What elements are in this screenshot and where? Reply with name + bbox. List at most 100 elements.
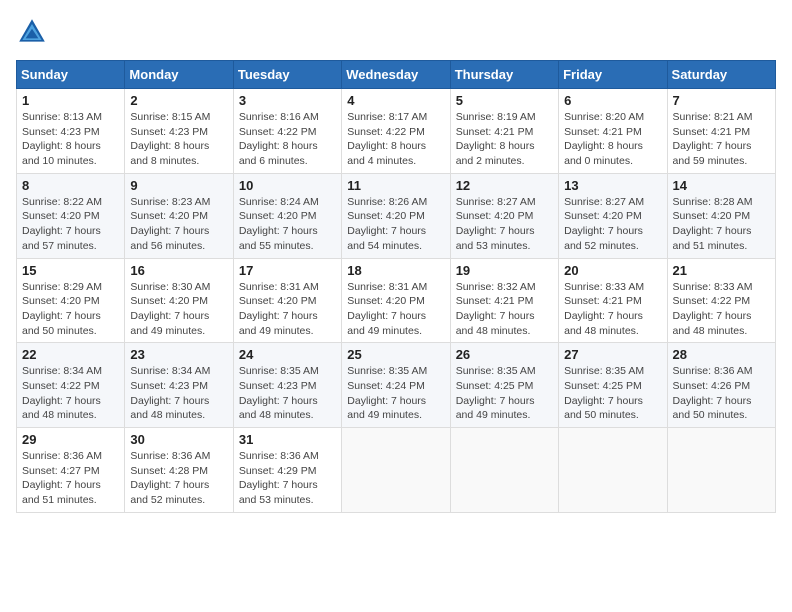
calendar-week-row: 8 Sunrise: 8:22 AM Sunset: 4:20 PM Daylig… — [17, 173, 776, 258]
day-info: Sunrise: 8:16 AM Sunset: 4:22 PM Dayligh… — [239, 110, 336, 169]
day-info: Sunrise: 8:23 AM Sunset: 4:20 PM Dayligh… — [130, 195, 227, 254]
day-number: 20 — [564, 263, 661, 278]
day-info: Sunrise: 8:28 AM Sunset: 4:20 PM Dayligh… — [673, 195, 770, 254]
calendar-day-cell: 23 Sunrise: 8:34 AM Sunset: 4:23 PM Dayli… — [125, 343, 233, 428]
day-number: 6 — [564, 93, 661, 108]
day-number: 10 — [239, 178, 336, 193]
weekday-header-cell: Monday — [125, 61, 233, 89]
day-info: Sunrise: 8:13 AM Sunset: 4:23 PM Dayligh… — [22, 110, 119, 169]
weekday-header: SundayMondayTuesdayWednesdayThursdayFrid… — [17, 61, 776, 89]
day-number: 14 — [673, 178, 770, 193]
header — [16, 16, 776, 48]
day-info: Sunrise: 8:27 AM Sunset: 4:20 PM Dayligh… — [456, 195, 553, 254]
day-number: 31 — [239, 432, 336, 447]
day-info: Sunrise: 8:36 AM Sunset: 4:29 PM Dayligh… — [239, 449, 336, 508]
calendar-day-cell: 8 Sunrise: 8:22 AM Sunset: 4:20 PM Daylig… — [17, 173, 125, 258]
day-info: Sunrise: 8:35 AM Sunset: 4:25 PM Dayligh… — [456, 364, 553, 423]
day-number: 3 — [239, 93, 336, 108]
calendar-day-cell: 12 Sunrise: 8:27 AM Sunset: 4:20 PM Dayli… — [450, 173, 558, 258]
day-number: 21 — [673, 263, 770, 278]
calendar-day-cell: 24Sunrise: 8:35 AM Sunset: 4:23 PM Dayli… — [233, 343, 341, 428]
day-info: Sunrise: 8:29 AM Sunset: 4:20 PM Dayligh… — [22, 280, 119, 339]
day-number: 25 — [347, 347, 444, 362]
day-number: 2 — [130, 93, 227, 108]
calendar-day-cell: 17 Sunrise: 8:31 AM Sunset: 4:20 PM Dayli… — [233, 258, 341, 343]
logo — [16, 16, 52, 48]
calendar-day-cell: 31 Sunrise: 8:36 AM Sunset: 4:29 PM Dayli… — [233, 428, 341, 513]
calendar-day-cell: 26 Sunrise: 8:35 AM Sunset: 4:25 PM Dayli… — [450, 343, 558, 428]
calendar: SundayMondayTuesdayWednesdayThursdayFrid… — [16, 60, 776, 513]
day-info: Sunrise: 8:35 AM Sunset: 4:24 PM Dayligh… — [347, 364, 444, 423]
weekday-header-cell: Tuesday — [233, 61, 341, 89]
day-info: Sunrise: 8:32 AM Sunset: 4:21 PM Dayligh… — [456, 280, 553, 339]
calendar-day-cell: 13 Sunrise: 8:27 AM Sunset: 4:20 PM Dayli… — [559, 173, 667, 258]
day-info: Sunrise: 8:21 AM Sunset: 4:21 PM Dayligh… — [673, 110, 770, 169]
day-info: Sunrise: 8:17 AM Sunset: 4:22 PM Dayligh… — [347, 110, 444, 169]
day-info: Sunrise: 8:31 AM Sunset: 4:20 PM Dayligh… — [239, 280, 336, 339]
day-number: 8 — [22, 178, 119, 193]
day-info: Sunrise: 8:34 AM Sunset: 4:22 PM Dayligh… — [22, 364, 119, 423]
calendar-day-cell: 21Sunrise: 8:33 AM Sunset: 4:22 PM Dayli… — [667, 258, 775, 343]
day-info: Sunrise: 8:33 AM Sunset: 4:21 PM Dayligh… — [564, 280, 661, 339]
calendar-day-cell — [342, 428, 450, 513]
calendar-day-cell: 11 Sunrise: 8:26 AM Sunset: 4:20 PM Dayli… — [342, 173, 450, 258]
day-info: Sunrise: 8:36 AM Sunset: 4:26 PM Dayligh… — [673, 364, 770, 423]
day-number: 23 — [130, 347, 227, 362]
weekday-header-cell: Saturday — [667, 61, 775, 89]
day-number: 19 — [456, 263, 553, 278]
day-info: Sunrise: 8:22 AM Sunset: 4:20 PM Dayligh… — [22, 195, 119, 254]
calendar-day-cell: 9 Sunrise: 8:23 AM Sunset: 4:20 PM Daylig… — [125, 173, 233, 258]
day-number: 9 — [130, 178, 227, 193]
day-number: 18 — [347, 263, 444, 278]
logo-icon — [16, 16, 48, 48]
day-info: Sunrise: 8:27 AM Sunset: 4:20 PM Dayligh… — [564, 195, 661, 254]
day-info: Sunrise: 8:24 AM Sunset: 4:20 PM Dayligh… — [239, 195, 336, 254]
day-info: Sunrise: 8:36 AM Sunset: 4:27 PM Dayligh… — [22, 449, 119, 508]
calendar-week-row: 15 Sunrise: 8:29 AM Sunset: 4:20 PM Dayli… — [17, 258, 776, 343]
day-number: 11 — [347, 178, 444, 193]
day-number: 5 — [456, 93, 553, 108]
day-info: Sunrise: 8:36 AM Sunset: 4:28 PM Dayligh… — [130, 449, 227, 508]
calendar-day-cell: 1Sunrise: 8:13 AM Sunset: 4:23 PM Daylig… — [17, 89, 125, 174]
day-number: 26 — [456, 347, 553, 362]
day-number: 13 — [564, 178, 661, 193]
day-info: Sunrise: 8:34 AM Sunset: 4:23 PM Dayligh… — [130, 364, 227, 423]
calendar-day-cell: 10 Sunrise: 8:24 AM Sunset: 4:20 PM Dayli… — [233, 173, 341, 258]
calendar-week-row: 22 Sunrise: 8:34 AM Sunset: 4:22 PM Dayli… — [17, 343, 776, 428]
day-number: 29 — [22, 432, 119, 447]
weekday-header-cell: Sunday — [17, 61, 125, 89]
day-number: 4 — [347, 93, 444, 108]
calendar-week-row: 29 Sunrise: 8:36 AM Sunset: 4:27 PM Dayli… — [17, 428, 776, 513]
calendar-day-cell: 3 Sunrise: 8:16 AM Sunset: 4:22 PM Daylig… — [233, 89, 341, 174]
day-info: Sunrise: 8:35 AM Sunset: 4:25 PM Dayligh… — [564, 364, 661, 423]
calendar-day-cell: 14 Sunrise: 8:28 AM Sunset: 4:20 PM Dayli… — [667, 173, 775, 258]
calendar-day-cell — [667, 428, 775, 513]
calendar-day-cell: 6 Sunrise: 8:20 AM Sunset: 4:21 PM Daylig… — [559, 89, 667, 174]
weekday-header-cell: Thursday — [450, 61, 558, 89]
calendar-day-cell: 29 Sunrise: 8:36 AM Sunset: 4:27 PM Dayli… — [17, 428, 125, 513]
weekday-header-cell: Wednesday — [342, 61, 450, 89]
day-number: 27 — [564, 347, 661, 362]
calendar-day-cell: 20 Sunrise: 8:33 AM Sunset: 4:21 PM Dayli… — [559, 258, 667, 343]
day-info: Sunrise: 8:20 AM Sunset: 4:21 PM Dayligh… — [564, 110, 661, 169]
calendar-day-cell: 7 Sunrise: 8:21 AM Sunset: 4:21 PM Daylig… — [667, 89, 775, 174]
day-number: 15 — [22, 263, 119, 278]
day-number: 22 — [22, 347, 119, 362]
day-number: 7 — [673, 93, 770, 108]
calendar-day-cell: 4 Sunrise: 8:17 AM Sunset: 4:22 PM Daylig… — [342, 89, 450, 174]
day-number: 30 — [130, 432, 227, 447]
calendar-day-cell: 22 Sunrise: 8:34 AM Sunset: 4:22 PM Dayli… — [17, 343, 125, 428]
calendar-day-cell: 15 Sunrise: 8:29 AM Sunset: 4:20 PM Dayli… — [17, 258, 125, 343]
day-info: Sunrise: 8:15 AM Sunset: 4:23 PM Dayligh… — [130, 110, 227, 169]
calendar-body: 1Sunrise: 8:13 AM Sunset: 4:23 PM Daylig… — [17, 89, 776, 513]
day-number: 28 — [673, 347, 770, 362]
day-info: Sunrise: 8:26 AM Sunset: 4:20 PM Dayligh… — [347, 195, 444, 254]
calendar-week-row: 1Sunrise: 8:13 AM Sunset: 4:23 PM Daylig… — [17, 89, 776, 174]
day-number: 12 — [456, 178, 553, 193]
day-number: 17 — [239, 263, 336, 278]
calendar-day-cell — [559, 428, 667, 513]
calendar-day-cell: 2 Sunrise: 8:15 AM Sunset: 4:23 PM Daylig… — [125, 89, 233, 174]
weekday-header-cell: Friday — [559, 61, 667, 89]
calendar-day-cell — [450, 428, 558, 513]
calendar-day-cell: 19 Sunrise: 8:32 AM Sunset: 4:21 PM Dayli… — [450, 258, 558, 343]
